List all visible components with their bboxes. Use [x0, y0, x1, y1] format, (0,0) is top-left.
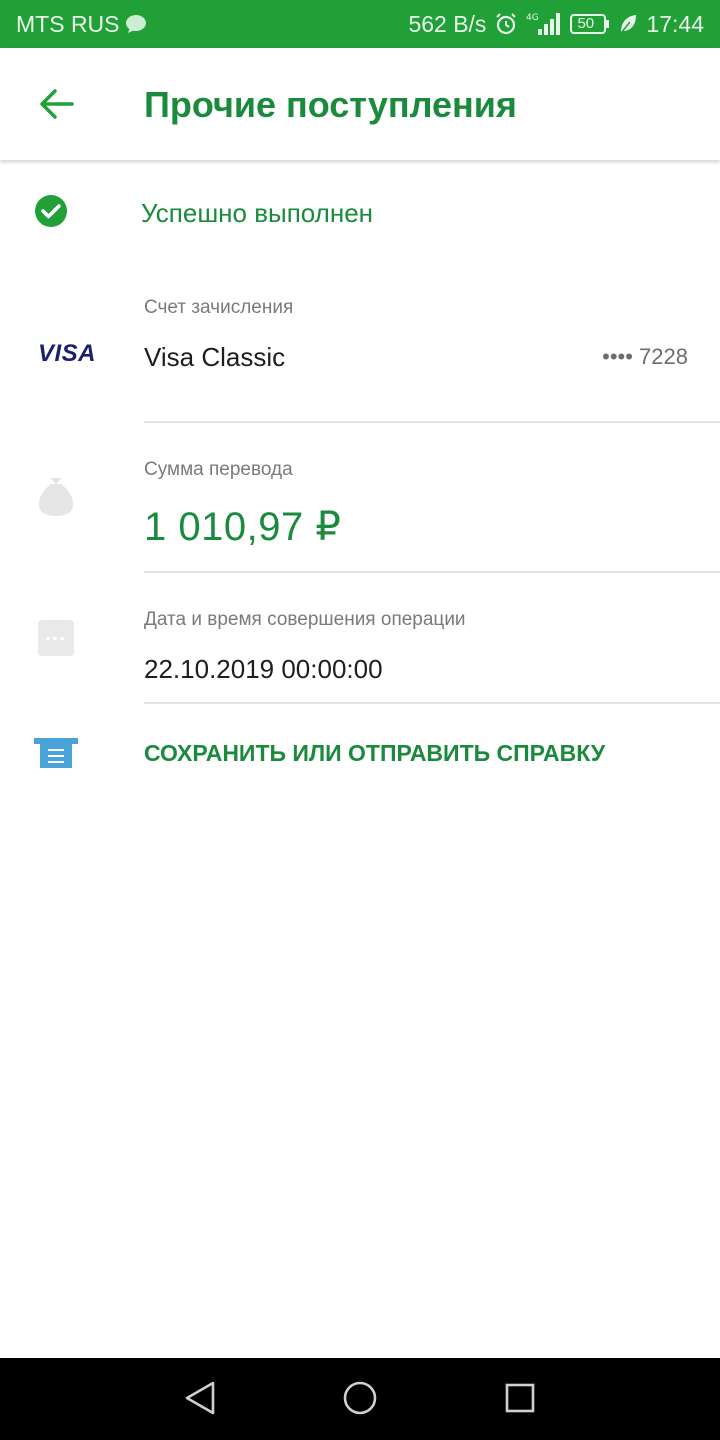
check-circle-icon	[34, 194, 68, 233]
signal-icon: 4G	[526, 11, 562, 37]
carrier-name: MTS RUS	[16, 10, 120, 37]
back-button[interactable]	[32, 82, 80, 130]
chat-bubble-icon	[124, 13, 148, 35]
network-type: 4G	[526, 13, 539, 23]
status-bar: MTS RUS 562 B/s 4G 50 17:44	[0, 0, 720, 48]
app-bar: Прочие поступления	[0, 48, 720, 160]
alarm-icon	[494, 12, 518, 36]
visa-logo: VISA	[38, 340, 97, 367]
divider	[144, 571, 720, 573]
divider	[144, 702, 720, 704]
save-or-send-receipt-button[interactable]: СОХРАНИТЬ ИЛИ ОТПРАВИТЬ СПРАВКУ	[144, 740, 605, 767]
page-title: Прочие поступления	[144, 84, 517, 125]
amount-label: Сумма перевода	[144, 459, 293, 480]
operation-status: Успешно выполнен	[0, 188, 720, 236]
account-label: Счет зачисления	[144, 297, 294, 318]
net-speed: 562 B/s	[408, 10, 487, 37]
divider	[144, 421, 720, 423]
card-number-mask: •••• 7228	[602, 344, 688, 369]
battery-level: 50	[577, 15, 595, 32]
clock: 17:44	[646, 10, 704, 37]
leaf-icon	[618, 13, 638, 35]
datetime-label: Дата и время совершения операции	[144, 609, 466, 630]
datetime-value: 22.10.2019 00:00:00	[144, 654, 383, 684]
amount-value: 1 010,97 ₽	[144, 505, 342, 549]
nav-home-button[interactable]	[338, 1378, 382, 1422]
nav-recents-button[interactable]	[498, 1378, 542, 1422]
dots-icon: •••	[38, 620, 74, 656]
money-bag-icon	[38, 476, 74, 523]
triangle-back-icon	[183, 1380, 217, 1421]
account-name: Visa Classic	[144, 342, 286, 372]
nav-back-button[interactable]	[178, 1378, 222, 1422]
status-text: Успешно выполнен	[141, 198, 374, 228]
arrow-left-icon	[38, 88, 74, 125]
square-recents-icon	[504, 1382, 536, 1419]
system-nav-bar	[0, 1358, 720, 1440]
circle-home-icon	[342, 1380, 378, 1421]
battery-icon: 50	[570, 13, 610, 35]
receipt-icon[interactable]	[34, 736, 78, 775]
